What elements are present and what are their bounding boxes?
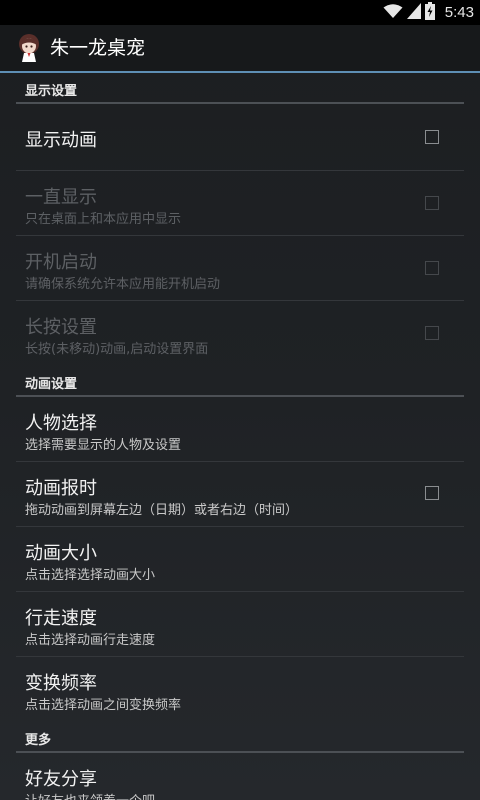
long-press-checkbox xyxy=(425,326,439,340)
app-character-icon[interactable] xyxy=(15,33,43,63)
pref-title: 动画大小 xyxy=(25,543,97,564)
pref-title: 一直显示 xyxy=(25,187,97,208)
pref-summary: 只在桌面上和本应用中显示 xyxy=(25,212,182,227)
section-header-label: 动画设置 xyxy=(25,377,78,392)
section-header-more: 更多 xyxy=(16,722,464,753)
pref-always-show: 一直显示 只在桌面上和本应用中显示 xyxy=(16,171,464,236)
section-header-label: 显示设置 xyxy=(25,84,78,99)
status-bar: 5:43 xyxy=(0,0,480,25)
pref-boot-start: 开机启动 请确保系统允许本应用能开机启动 xyxy=(16,236,464,301)
pref-summary: 点击选择选择动画大小 xyxy=(25,568,156,583)
pref-summary: 点击选择动画行走速度 xyxy=(25,633,156,648)
pref-title: 行走速度 xyxy=(25,608,97,629)
action-bar: 朱一龙桌宠 xyxy=(0,25,480,73)
pref-title: 人物选择 xyxy=(25,413,97,434)
pref-long-press: 长按设置 长按(未移动)动画,启动设置界面 xyxy=(16,301,464,366)
app-title: 朱一龙桌宠 xyxy=(50,37,146,59)
pref-switch-frequency[interactable]: 变换频率 点击选择动画之间变换频率 xyxy=(16,657,464,722)
section-header-display: 显示设置 xyxy=(16,73,464,104)
section-header-animation: 动画设置 xyxy=(16,366,464,397)
pref-summary: 选择需要显示的人物及设置 xyxy=(25,438,182,453)
status-time: 5:43 xyxy=(444,4,474,21)
preferences-list: 显示设置 显示动画 一直显示 只在桌面上和本应用中显示 开机启动 请确保系统允许… xyxy=(0,73,480,800)
show-animation-checkbox[interactable] xyxy=(425,130,439,144)
boot-start-checkbox xyxy=(425,261,439,275)
pref-title: 变换频率 xyxy=(25,673,97,694)
pref-title: 显示动画 xyxy=(25,130,97,151)
pref-share-friends[interactable]: 好友分享 让好友也来领养一个吧 xyxy=(16,753,464,800)
settings-screen: 5:43 朱一龙桌宠 显示设置 显示动画 一直显示 只在桌面上和本应用中显示 开… xyxy=(0,0,480,800)
pref-title: 动画报时 xyxy=(25,478,97,499)
pref-show-animation[interactable]: 显示动画 xyxy=(16,104,464,171)
pref-title: 长按设置 xyxy=(25,317,97,338)
pref-summary: 长按(未移动)动画,启动设置界面 xyxy=(25,342,209,357)
pref-summary: 点击选择动画之间变换频率 xyxy=(25,698,182,713)
section-header-label: 更多 xyxy=(25,733,52,748)
pref-animation-clock[interactable]: 动画报时 拖动动画到屏幕左边（日期）或者右边（时间） xyxy=(16,462,464,527)
pref-character-select[interactable]: 人物选择 选择需要显示的人物及设置 xyxy=(16,397,464,462)
pref-summary: 请确保系统允许本应用能开机启动 xyxy=(25,277,221,292)
pref-animation-size[interactable]: 动画大小 点击选择选择动画大小 xyxy=(16,527,464,592)
pref-title: 好友分享 xyxy=(25,769,97,790)
pref-title: 开机启动 xyxy=(25,252,97,273)
always-show-checkbox xyxy=(425,196,439,210)
battery-charging-icon xyxy=(424,1,435,24)
wifi-icon xyxy=(383,3,403,23)
pref-summary: 让好友也来领养一个吧 xyxy=(25,790,155,800)
pref-summary: 拖动动画到屏幕左边（日期）或者右边（时间） xyxy=(25,503,299,518)
pref-walk-speed[interactable]: 行走速度 点击选择动画行走速度 xyxy=(16,592,464,657)
signal-icon xyxy=(406,2,421,23)
animation-clock-checkbox[interactable] xyxy=(425,486,439,500)
